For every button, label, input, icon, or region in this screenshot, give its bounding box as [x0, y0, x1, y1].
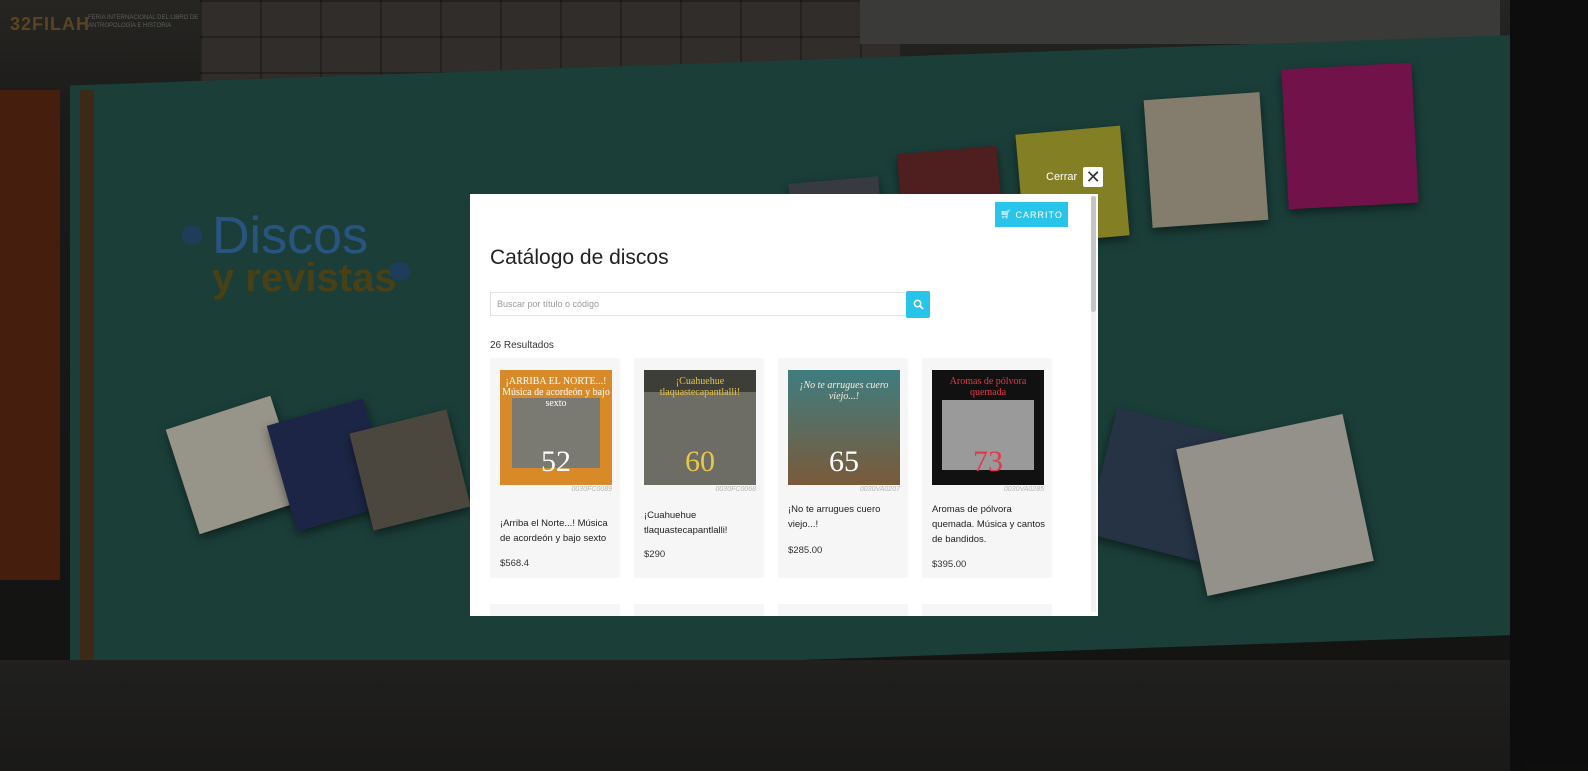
- product-code: 0030VA0207: [859, 486, 900, 493]
- product-card[interactable]: [634, 604, 764, 616]
- product-card[interactable]: [922, 604, 1052, 616]
- catalog-modal: 🛒︎ CARRITO Catálogo de discos 26 Resulta…: [470, 194, 1098, 616]
- product-code: 0030FC0089: [571, 486, 612, 493]
- search-button[interactable]: [906, 291, 930, 318]
- close-button[interactable]: Cerrar ✕: [1046, 167, 1104, 187]
- product-price: $568.4: [500, 558, 530, 569]
- cover-number: 73: [973, 445, 1003, 478]
- close-label: Cerrar: [1046, 171, 1078, 183]
- product-price: $290: [644, 549, 666, 560]
- album-cover-image: ¡ARRIBA EL NORTE...! Música de acordeón …: [500, 370, 612, 485]
- cover-text: Aromas de pólvora quemada: [949, 376, 1027, 398]
- catalog-title: Catálogo de discos: [490, 246, 669, 269]
- cover-number: 52: [541, 445, 571, 478]
- cover-text: ¡No te arrugues cuero viejo...!: [799, 380, 889, 402]
- cart-label: CARRITO: [1015, 209, 1063, 220]
- product-card[interactable]: ¡ARRIBA EL NORTE...! Música de acordeón …: [490, 358, 620, 578]
- product-title[interactable]: ¡No te arrugues cuero viejo...!: [788, 502, 906, 532]
- modal-scrollbar[interactable]: [1091, 196, 1096, 612]
- cover-text: ¡ARRIBA EL NORTE...! Música de acordeón …: [502, 376, 610, 409]
- album-cover-image: Aromas de pólvora quemada 73: [932, 370, 1044, 485]
- product-title[interactable]: ¡Cuahuehue tlaquastecapantlalli!: [644, 508, 762, 538]
- cart-icon: 🛒︎: [1000, 209, 1013, 219]
- close-icon: ✕: [1083, 167, 1104, 187]
- product-card[interactable]: ¡No te arrugues cuero viejo...! 65 0030V…: [778, 358, 908, 578]
- product-card[interactable]: [778, 604, 908, 616]
- product-card[interactable]: Aromas de pólvora quemada 73 0030VA0285 …: [922, 358, 1052, 578]
- search-bar: [490, 291, 932, 318]
- search-icon: [913, 299, 924, 310]
- results-count: 26 Resultados: [490, 340, 554, 351]
- product-title[interactable]: Aromas de pólvora quemada. Música y cant…: [932, 502, 1050, 547]
- album-cover-image: ¡No te arrugues cuero viejo...! 65: [788, 370, 900, 485]
- album-cover-image: ¡Cuahuehue tlaquastecapantlalli! 60: [644, 370, 756, 485]
- product-code: 0030FC0068: [715, 486, 756, 493]
- cover-text: ¡Cuahuehue tlaquastecapantlalli!: [659, 376, 741, 398]
- search-input[interactable]: [490, 292, 906, 316]
- scrollbar-thumb[interactable]: [1091, 196, 1096, 312]
- cover-number: 60: [685, 445, 715, 478]
- cart-button[interactable]: 🛒︎ CARRITO: [995, 202, 1068, 227]
- product-price: $395.00: [932, 559, 967, 570]
- product-card[interactable]: ¡Cuahuehue tlaquastecapantlalli! 60 0030…: [634, 358, 764, 578]
- product-card[interactable]: [490, 604, 620, 616]
- product-grid: ¡ARRIBA EL NORTE...! Música de acordeón …: [490, 358, 1052, 578]
- product-price: $285.00: [788, 545, 823, 556]
- product-title[interactable]: ¡Arriba el Norte...! Música de acordeón …: [500, 516, 618, 546]
- product-code: 0030VA0285: [1003, 486, 1044, 493]
- cover-number: 65: [829, 445, 859, 478]
